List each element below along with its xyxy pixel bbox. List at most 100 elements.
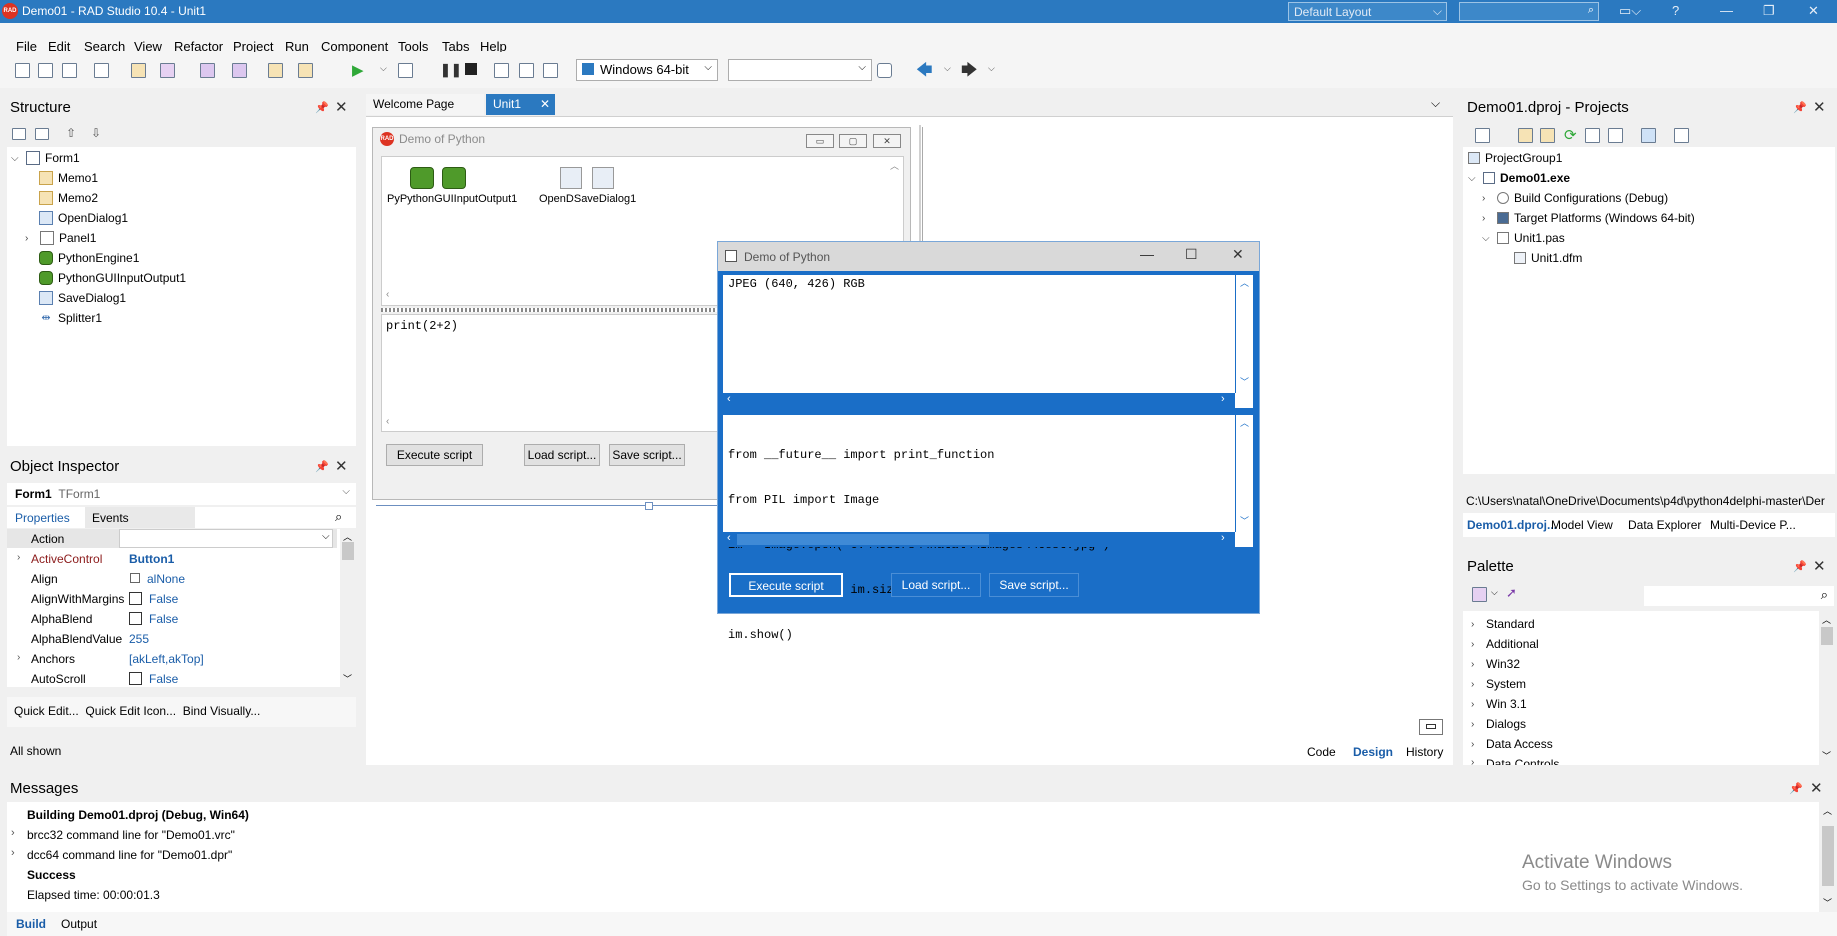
checkbox[interactable] [129,612,142,625]
desktop-layout-icon[interactable]: ▭⌵ [1619,3,1641,19]
chevron-down-icon[interactable]: ⌵ [988,63,995,74]
restore-icon[interactable]: ❐ [1763,3,1775,19]
cursor-icon[interactable]: ➚ [1506,585,1517,601]
message-line[interactable]: dcc64 command line for "Demo01.dpr" [27,848,232,862]
pin-icon[interactable]: 📌 [1793,560,1807,573]
close-icon[interactable]: ✕ [540,97,550,111]
close-icon[interactable]: ✕ [1810,779,1823,797]
object-selector[interactable]: Form1 TForm1 ⌵ [7,483,356,505]
scroll-thumb[interactable] [737,534,989,545]
project-options-icon[interactable] [1475,128,1490,143]
tab-multi-device[interactable]: Multi-Device P... [1710,518,1796,532]
menu-file[interactable]: File [16,31,37,54]
chevron-down-icon[interactable]: ⌵ [944,63,951,74]
property-row[interactable]: AlignWithMargins False [7,589,337,608]
tab-welcome-page[interactable]: Welcome Page [366,94,484,115]
move-down-icon[interactable]: ⇩ [91,126,101,140]
pin-icon[interactable]: 📌 [1789,782,1803,795]
chevron-left-icon[interactable]: ‹ [727,393,731,405]
checkbox[interactable] [129,592,142,605]
view-icon[interactable] [1674,128,1689,143]
design-load-button[interactable]: Load script... [524,444,600,466]
chevron-up-icon[interactable]: ︿ [890,159,899,172]
add-folder-icon[interactable] [1518,128,1533,143]
pause-icon[interactable]: ❚❚ [440,62,462,78]
chevron-up-icon[interactable]: ︿ [1822,613,1831,626]
property-value[interactable]: 255 [129,632,149,646]
forward-arrow-icon[interactable]: 🡆 [961,59,978,86]
pin-icon[interactable]: 📌 [315,101,329,114]
tab-code[interactable]: Code [1307,745,1336,759]
code-memo[interactable]: from __future__ import print_function fr… [723,415,1253,642]
new-form-icon[interactable] [38,63,53,78]
menu-edit[interactable]: Edit [48,31,70,54]
save-script-button[interactable]: Save script... [989,573,1079,597]
chevron-up-icon[interactable]: ︿ [1823,804,1832,817]
chevron-left-icon[interactable]: ‹ [386,416,389,427]
menu-refactor[interactable]: Refactor [174,31,223,54]
menu-component[interactable]: Component [321,31,388,54]
chevron-down-icon[interactable]: ⌵ [1491,587,1498,598]
new-file-icon[interactable] [15,63,30,78]
chevron-right-icon[interactable]: › [17,552,20,563]
scroll-thumb[interactable] [1821,627,1833,645]
action-input[interactable] [119,529,333,548]
move-up-icon[interactable]: ⇧ [66,126,76,140]
message-line[interactable]: Elapsed time: 00:00:01.3 [27,888,160,902]
menu-project[interactable]: Project [233,31,273,54]
chevron-down-icon[interactable]: ⌵ [322,531,330,542]
chevron-down-icon[interactable]: ﹀ [1822,749,1831,762]
tree-item-memo1[interactable]: Memo1 [39,171,98,185]
palette-item-win31[interactable]: › Win 3.1 [1471,697,1527,711]
property-row[interactable]: › Anchors [akLeft,akTop] [7,649,337,668]
tab-build[interactable]: Build [16,917,46,931]
chevron-left-icon[interactable]: ‹ [727,532,731,544]
tree-item-unit1-dfm[interactable]: Unit1.dfm [1514,251,1582,265]
compile-icon[interactable] [1608,128,1623,143]
chevron-down-icon[interactable]: ﹀ [1240,514,1249,527]
step-over-icon[interactable] [494,63,509,78]
search-icon[interactable]: ⌕ [335,509,342,525]
palette-search-input[interactable]: ⌕ [1644,586,1834,606]
run-to-return-icon[interactable] [543,63,558,78]
tree-item-target-platforms[interactable]: › Target Platforms (Windows 64-bit) [1482,211,1695,225]
chevron-down-icon[interactable]: ﹀ [1240,375,1249,388]
collapse-all-icon[interactable] [35,128,49,140]
minimize-icon[interactable]: — [1720,3,1733,18]
minimize-icon[interactable]: — [1140,246,1154,262]
execute-script-button[interactable]: Execute script [729,573,843,597]
palette-item-win32[interactable]: › Win32 [1471,657,1520,671]
tab-model-view[interactable]: Model View [1551,518,1613,532]
chevron-up-icon[interactable]: ︿ [1240,276,1249,289]
design-save-button[interactable]: Save script... [609,444,685,466]
property-value[interactable]: alNone [147,572,185,586]
chevron-right-icon[interactable]: › [17,652,20,663]
chevron-right-icon[interactable]: › [11,847,15,859]
form-preview-icon[interactable] [1419,719,1443,735]
close-icon[interactable]: ✕ [1808,3,1819,19]
property-value[interactable]: Button1 [129,552,174,566]
property-row[interactable]: Align alNone [7,569,337,588]
messages-scrollbar[interactable]: ︿ ﹀ [1819,802,1837,912]
run-without-debug-icon[interactable] [398,63,413,78]
tree-item-opendialog1[interactable]: OpenDialog1 [39,211,128,225]
config-select[interactable]: ⌵ [728,59,872,81]
tree-item-panel1[interactable]: › Panel1 [25,231,96,245]
save-dialog-icon[interactable] [592,167,614,189]
ide-search-input[interactable]: ⌕ [1459,2,1599,21]
close-icon[interactable]: ✕ [335,98,348,116]
chevron-right-icon[interactable]: › [1221,393,1225,405]
add-to-project-icon[interactable] [268,63,283,78]
property-value[interactable]: [akLeft,akTop] [129,652,204,666]
tree-item-unit1-pas[interactable]: ⌵ Unit1.pas [1482,231,1565,245]
palette-scrollbar[interactable]: ︿ ﹀ [1819,611,1835,765]
sync-icon[interactable] [1641,128,1656,143]
tree-item-projectgroup[interactable]: ProjectGroup1 [1468,151,1562,165]
menu-tools[interactable]: Tools [398,31,428,54]
tab-output[interactable]: Output [61,917,97,931]
save-all-icon[interactable] [200,63,215,78]
message-line[interactable]: Building Demo01.dproj (Debug, Win64) [27,808,249,822]
property-row[interactable]: Action ⌵ [7,529,337,548]
menu-search[interactable]: Search [84,31,125,54]
tree-item-form1[interactable]: ⌵ Form1 [11,151,80,165]
